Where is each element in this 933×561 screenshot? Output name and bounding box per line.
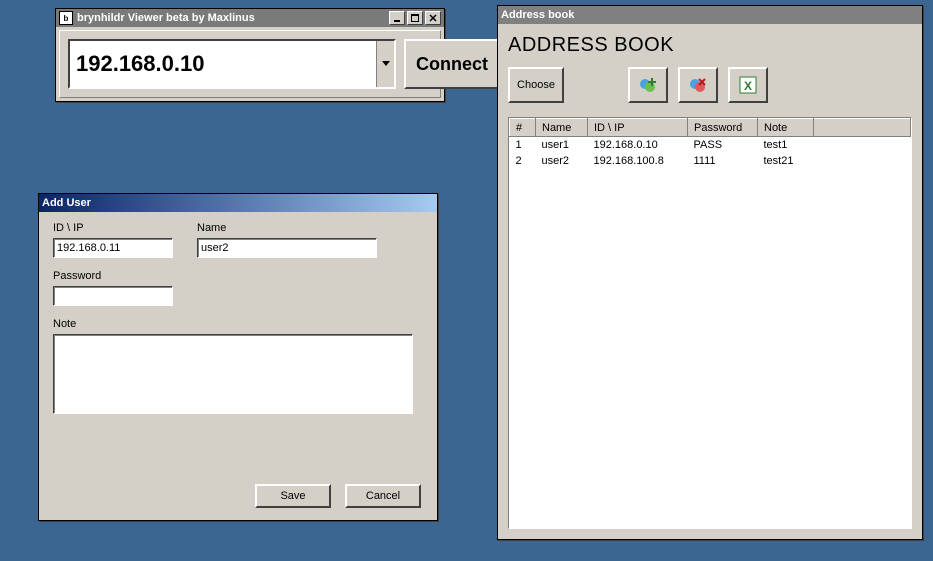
delete-icon: [688, 75, 708, 95]
svg-text:X: X: [744, 79, 752, 93]
cell-note: test1: [758, 137, 814, 153]
cell-num: 2: [510, 153, 536, 169]
delete-entry-button[interactable]: [678, 67, 718, 103]
note-label: Note: [53, 318, 423, 330]
address-input[interactable]: [70, 41, 376, 87]
col-idip[interactable]: ID \ IP: [588, 119, 688, 137]
cell-idip: 192.168.100.8: [588, 153, 688, 169]
password-label: Password: [53, 270, 423, 282]
excel-icon: X: [738, 75, 758, 95]
address-book-window: Address book ADDRESS BOOK Choose: [497, 5, 923, 540]
address-book-title: Address book: [501, 9, 574, 21]
table-row[interactable]: 1user1192.168.0.10PASStest1: [510, 137, 911, 153]
close-button[interactable]: [425, 11, 441, 25]
idip-input[interactable]: [53, 238, 173, 258]
cell-password: 1111: [688, 153, 758, 169]
col-note[interactable]: Note: [758, 119, 814, 137]
address-combo[interactable]: [68, 39, 396, 89]
viewer-title: brynhildr Viewer beta by Maxlinus: [77, 12, 255, 24]
cell-note: test21: [758, 153, 814, 169]
col-num[interactable]: #: [510, 119, 536, 137]
table-row[interactable]: 2user2192.168.100.81111test21: [510, 153, 911, 169]
idip-label: ID \ IP: [53, 222, 173, 234]
export-excel-button[interactable]: X: [728, 67, 768, 103]
maximize-button[interactable]: [407, 11, 423, 25]
address-book-heading: ADDRESS BOOK: [508, 34, 912, 57]
table-header-row: # Name ID \ IP Password Note: [510, 119, 911, 137]
cancel-button[interactable]: Cancel: [345, 484, 421, 508]
name-input[interactable]: [197, 238, 377, 258]
add-user-window: Add User ID \ IP Name Password Note Save…: [38, 193, 438, 521]
cell-name: user1: [536, 137, 588, 153]
add-user-titlebar[interactable]: Add User: [39, 194, 437, 212]
col-password[interactable]: Password: [688, 119, 758, 137]
cell-password: PASS: [688, 137, 758, 153]
close-icon: [429, 14, 437, 22]
viewer-window: b brynhildr Viewer beta by Maxlinus Conn…: [55, 8, 445, 102]
add-entry-button[interactable]: [628, 67, 668, 103]
chevron-down-icon: [382, 61, 390, 67]
cell-num: 1: [510, 137, 536, 153]
viewer-titlebar[interactable]: b brynhildr Viewer beta by Maxlinus: [56, 9, 444, 27]
app-icon: b: [59, 11, 73, 25]
minimize-icon: [393, 14, 401, 22]
password-input[interactable]: [53, 286, 173, 306]
name-label: Name: [197, 222, 377, 234]
address-book-titlebar[interactable]: Address book: [498, 6, 922, 24]
maximize-icon: [411, 14, 419, 22]
address-dropdown-button[interactable]: [376, 41, 394, 87]
choose-button[interactable]: Choose: [508, 67, 564, 103]
save-button[interactable]: Save: [255, 484, 331, 508]
add-icon: [638, 75, 658, 95]
address-grid[interactable]: # Name ID \ IP Password Note 1user1192.1…: [508, 117, 912, 529]
col-name[interactable]: Name: [536, 119, 588, 137]
cell-name: user2: [536, 153, 588, 169]
minimize-button[interactable]: [389, 11, 405, 25]
connect-button[interactable]: Connect: [404, 39, 500, 89]
note-input[interactable]: [53, 334, 413, 414]
cell-idip: 192.168.0.10: [588, 137, 688, 153]
add-user-title: Add User: [42, 197, 91, 209]
col-filler: [814, 119, 911, 137]
